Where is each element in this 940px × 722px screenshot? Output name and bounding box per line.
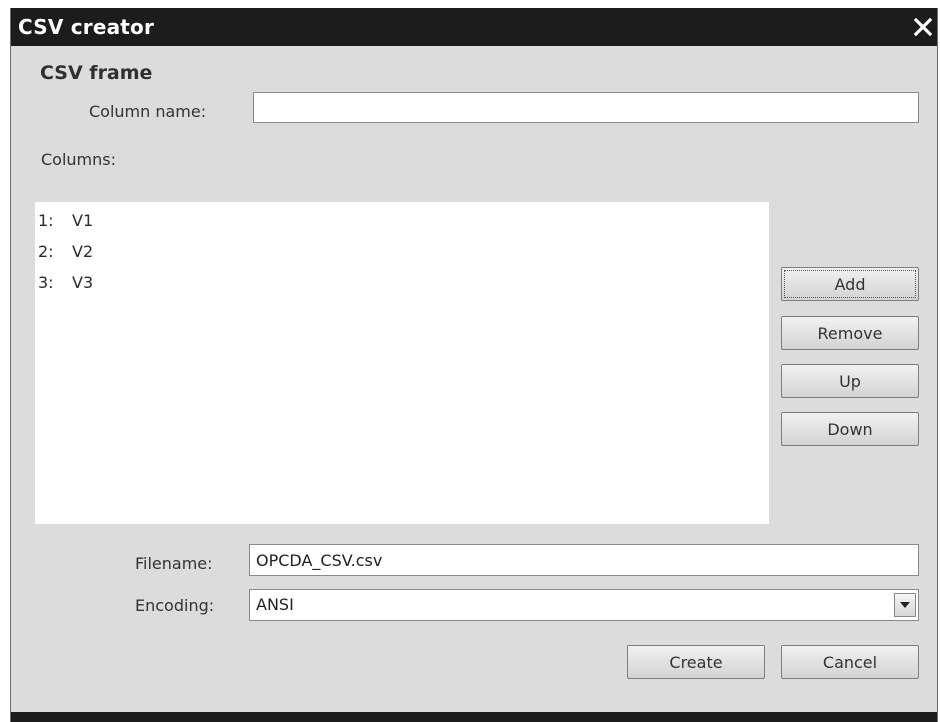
dropdown-button[interactable]	[894, 593, 916, 617]
list-item-name: V3	[72, 273, 94, 292]
cancel-button[interactable]: Cancel	[781, 645, 919, 679]
up-button[interactable]: Up	[781, 364, 919, 398]
title-bar[interactable]: CSV creator	[11, 8, 937, 46]
window-title: CSV creator	[18, 15, 155, 39]
list-item-index: 3:	[38, 273, 54, 292]
chevron-down-icon	[900, 602, 910, 608]
list-item[interactable]: 1: V1	[38, 211, 93, 237]
column-name-label: Column name:	[89, 102, 207, 121]
columns-listbox[interactable]: 1: V1 2: V2 3: V3	[35, 202, 769, 524]
list-item-index: 2:	[38, 242, 54, 261]
close-button[interactable]	[909, 8, 937, 46]
filename-label: Filename:	[135, 554, 213, 573]
list-item[interactable]: 3: V3	[38, 273, 93, 299]
csv-creator-dialog: CSV creator CSV frame Column name: Colum…	[10, 8, 938, 722]
column-name-input[interactable]	[253, 92, 919, 123]
list-item-name: V1	[72, 211, 94, 230]
list-item-index: 1:	[38, 211, 54, 230]
remove-button[interactable]: Remove	[781, 316, 919, 350]
list-item[interactable]: 2: V2	[38, 242, 93, 268]
encoding-select[interactable]: ANSI	[249, 589, 919, 621]
list-item-name: V2	[72, 242, 94, 261]
create-button[interactable]: Create	[627, 645, 765, 679]
encoding-label: Encoding:	[135, 596, 215, 615]
section-title: CSV frame	[40, 62, 153, 84]
columns-label: Columns:	[41, 150, 116, 169]
down-button[interactable]: Down	[781, 412, 919, 446]
bottom-frame	[11, 712, 937, 722]
filename-input[interactable]	[249, 544, 919, 576]
add-button[interactable]: Add	[781, 267, 919, 301]
close-icon	[913, 17, 933, 37]
encoding-value: ANSI	[256, 595, 294, 614]
